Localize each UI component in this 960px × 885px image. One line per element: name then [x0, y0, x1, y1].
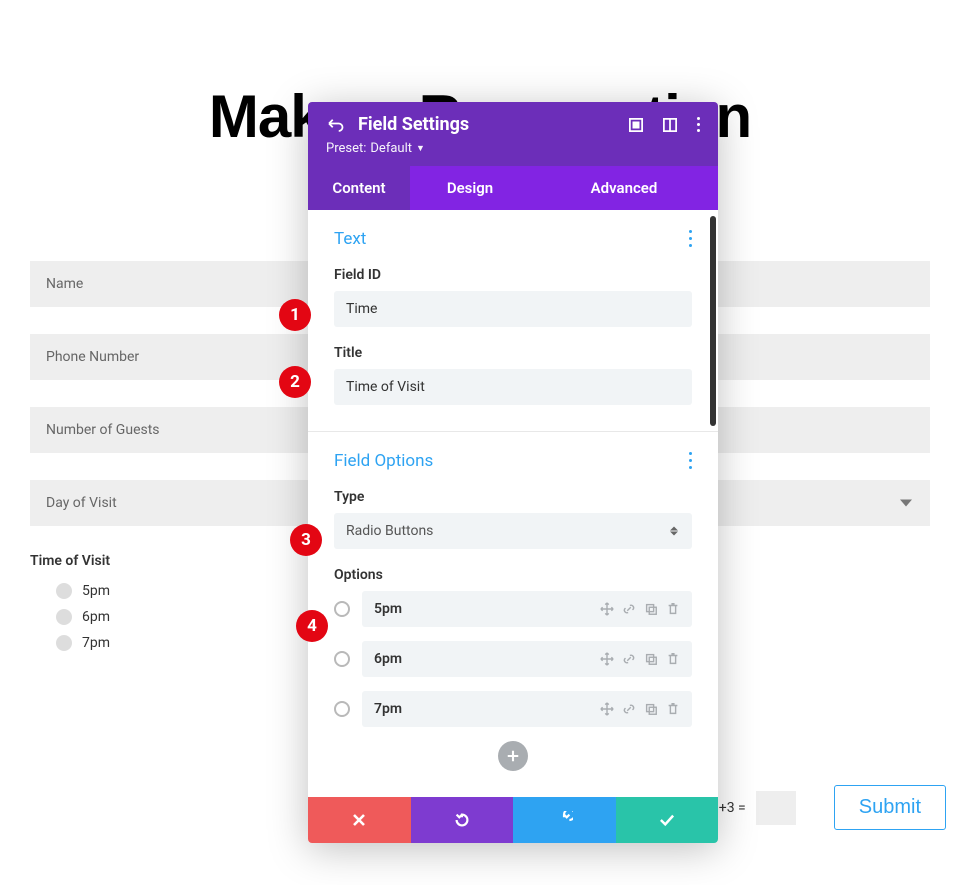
time-option-label: 5pm	[82, 583, 110, 599]
option-value: 5pm	[374, 601, 402, 617]
option-input[interactable]: 6pm	[362, 641, 692, 677]
modal-body: Text Field ID Time Title Time of Visit F…	[308, 210, 718, 797]
option-input[interactable]: 5pm	[362, 591, 692, 627]
chevron-down-icon	[900, 500, 912, 507]
dock-icon[interactable]	[663, 118, 677, 132]
section-heading-text[interactable]: Text	[334, 229, 366, 249]
tab-design[interactable]: Design	[410, 166, 530, 210]
option-row: 7pm	[334, 691, 692, 727]
field-id-input[interactable]: Time	[334, 291, 692, 327]
tab-advanced[interactable]: Advanced	[530, 166, 718, 210]
radio-icon	[56, 635, 72, 651]
kebab-menu-icon[interactable]	[689, 450, 692, 471]
options-label: Options	[334, 567, 692, 583]
type-value: Radio Buttons	[346, 523, 433, 539]
radio-icon[interactable]	[334, 601, 350, 617]
cancel-button[interactable]	[308, 797, 411, 843]
title-group: Title Time of Visit	[334, 345, 692, 405]
add-option-button[interactable]	[498, 741, 528, 771]
trash-icon[interactable]	[666, 652, 680, 666]
modal-title: Field Settings	[358, 114, 469, 135]
chevron-down-icon: ▼	[416, 143, 425, 154]
field-settings-modal: Field Settings Preset: Default ▼	[308, 102, 718, 843]
tab-content[interactable]: Content	[308, 166, 410, 210]
callout-badge-3: 3	[290, 524, 322, 556]
field-options-section: Field Options Type Radio Buttons Options	[308, 432, 718, 797]
kebab-menu-icon[interactable]	[689, 228, 692, 249]
trash-icon[interactable]	[666, 702, 680, 716]
callout-badge-4: 4	[296, 610, 328, 642]
confirm-button[interactable]	[616, 797, 719, 843]
option-row: 5pm	[334, 591, 692, 627]
copy-icon[interactable]	[644, 602, 658, 616]
link-icon[interactable]	[622, 652, 636, 666]
redo-button[interactable]	[513, 797, 616, 843]
section-heading-options[interactable]: Field Options	[334, 451, 433, 471]
copy-icon[interactable]	[644, 652, 658, 666]
callout-badge-1: 1	[279, 299, 311, 331]
submit-button[interactable]: Submit	[834, 785, 946, 830]
option-row: 6pm	[334, 641, 692, 677]
time-option-label: 7pm	[82, 635, 110, 651]
field-id-label: Field ID	[334, 267, 692, 283]
move-icon[interactable]	[600, 652, 614, 666]
callout-badge-2: 2	[279, 366, 311, 398]
title-label: Title	[334, 345, 692, 361]
modal-header: Field Settings Preset: Default ▼	[308, 102, 718, 166]
radio-icon[interactable]	[334, 701, 350, 717]
preset-label: Preset:	[326, 141, 366, 156]
move-icon[interactable]	[600, 702, 614, 716]
back-icon[interactable]	[326, 117, 344, 133]
kebab-menu-icon[interactable]	[697, 116, 700, 134]
day-field-label: Day of Visit	[46, 495, 117, 511]
field-id-group: Field ID Time	[334, 267, 692, 327]
link-icon[interactable]	[622, 602, 636, 616]
type-select[interactable]: Radio Buttons	[334, 513, 692, 549]
modal-tabs: Content Design Advanced	[308, 166, 718, 210]
option-input[interactable]: 7pm	[362, 691, 692, 727]
option-value: 6pm	[374, 651, 402, 667]
trash-icon[interactable]	[666, 602, 680, 616]
preset-selector[interactable]: Preset: Default ▼	[326, 141, 700, 156]
move-icon[interactable]	[600, 602, 614, 616]
scrollbar[interactable]	[710, 216, 716, 426]
radio-icon	[56, 583, 72, 599]
type-group: Type Radio Buttons	[334, 489, 692, 549]
expand-icon[interactable]	[629, 118, 643, 132]
copy-icon[interactable]	[644, 702, 658, 716]
title-input[interactable]: Time of Visit	[334, 369, 692, 405]
radio-icon	[56, 609, 72, 625]
link-icon[interactable]	[622, 702, 636, 716]
sort-icon	[670, 527, 678, 536]
time-option-label: 6pm	[82, 609, 110, 625]
option-value: 7pm	[374, 701, 402, 717]
captcha-input[interactable]	[756, 791, 796, 825]
form-footer: 12 +3 = Submit	[700, 785, 946, 830]
preset-value: Default	[370, 141, 412, 156]
radio-icon[interactable]	[334, 651, 350, 667]
type-label: Type	[334, 489, 692, 505]
text-section: Text Field ID Time Title Time of Visit	[308, 210, 718, 431]
undo-button[interactable]	[411, 797, 514, 843]
modal-footer	[308, 797, 718, 843]
